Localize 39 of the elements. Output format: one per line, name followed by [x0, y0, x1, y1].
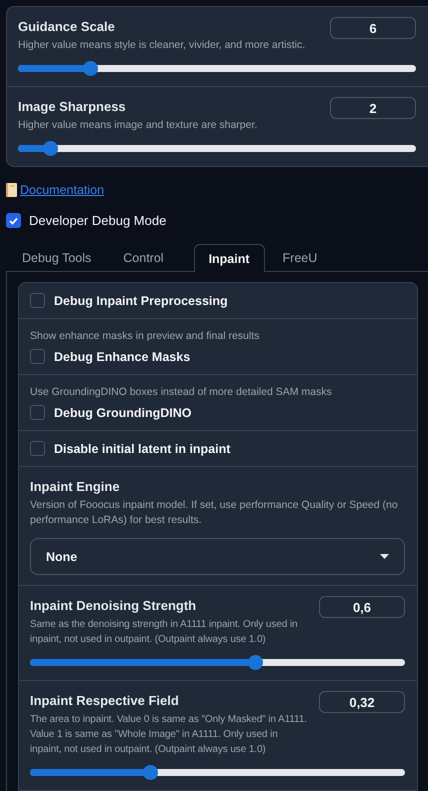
checkbox-info: Show enhance masks in preview and final results [30, 329, 260, 344]
checkbox[interactable] [6, 213, 21, 228]
slider-label: Inpaint Respective Field [30, 693, 180, 708]
documentation-link[interactable]: Documentation [20, 183, 104, 197]
book-icon [6, 183, 17, 197]
checkbox[interactable] [30, 441, 45, 456]
field-info: Version of Fooocus inpaint model. If set, use performance Quality or Speed (no performance LoRAs) for best results. [30, 498, 399, 528]
slider-info: Higher value means image and texture are sharper. [18, 118, 258, 133]
engine-dropdown[interactable]: None [30, 538, 405, 575]
number-field[interactable]: 0,32 [319, 691, 405, 713]
check-icon [9, 216, 18, 224]
slider-thumb[interactable] [42, 141, 58, 156]
slider-thumb[interactable] [82, 61, 98, 76]
number-field[interactable]: 2 [330, 97, 416, 119]
checkbox-info: Use GroundingDINO boxes instead of more detailed SAM masks [30, 385, 333, 400]
tab[interactable]: Inpaint [194, 244, 265, 272]
slider-label: Guidance Scale [18, 19, 116, 34]
slider-info: Same as the denoising strength in A1111 inpaint. Only used in inpaint, not used in outpaint. (Outpaint always use 1.0) [30, 618, 298, 647]
slider-thumb[interactable] [143, 765, 158, 780]
checkbox-label: Disable initial latent in inpaint [54, 442, 230, 456]
slider-info: Higher value means style is cleaner, vivider, and more artistic. [18, 38, 306, 53]
checkbox-label: Developer Debug Mode [29, 213, 166, 228]
checkbox[interactable] [30, 405, 45, 420]
tab[interactable]: Debug Tools [20, 244, 108, 271]
slider-label: Inpaint Denoising Strength [30, 598, 198, 613]
checkbox-label: Debug Enhance Masks [54, 350, 190, 364]
slider-label: Image Sharpness [18, 99, 127, 114]
field-label: Inpaint Engine [30, 479, 121, 494]
checkbox[interactable] [30, 349, 45, 364]
checkbox-label: Debug GroundingDINO [54, 406, 192, 420]
number-field[interactable]: 0,6 [319, 596, 405, 618]
slider-info: The area to inpaint. Value 0 is same as "Only Masked" in A1111. Value 1 is same as "Whole Image" in A1111. Only used in inpaint, not used in outpaint. (Outpaint always use 1.0) [30, 713, 308, 757]
tab[interactable]: Control [121, 244, 180, 271]
slider-thumb[interactable] [248, 655, 263, 670]
caret-icon [380, 554, 389, 559]
checkbox[interactable] [30, 293, 45, 308]
number-field[interactable]: 6 [330, 17, 416, 39]
tab[interactable]: FreeU [280, 244, 334, 271]
checkbox-label: Debug Inpaint Preprocessing [54, 294, 228, 308]
